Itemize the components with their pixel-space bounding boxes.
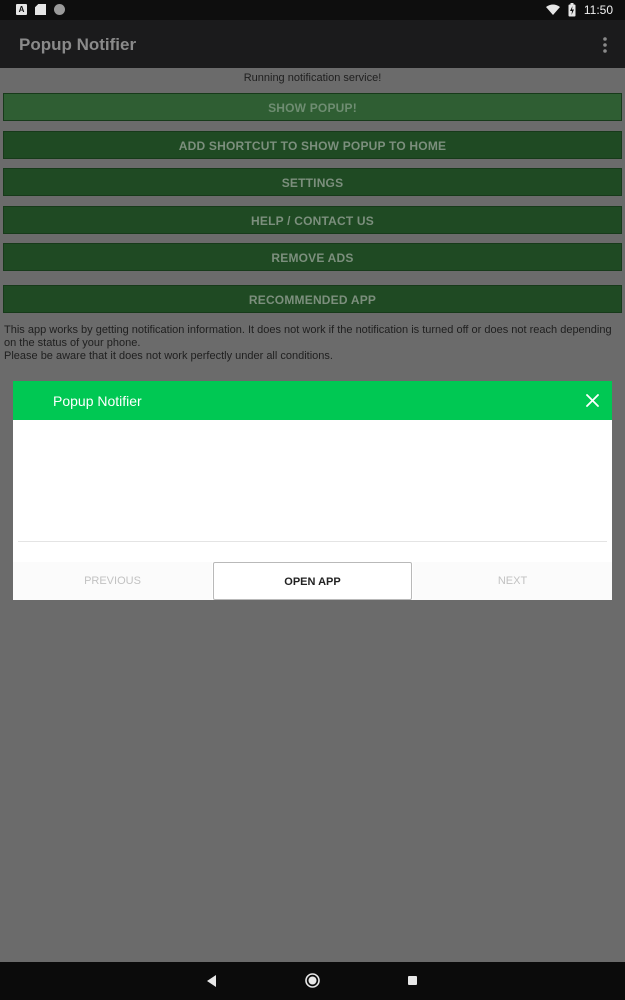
recents-icon[interactable] (408, 976, 417, 985)
open-app-button[interactable]: OPEN APP (213, 562, 412, 600)
settings-button[interactable]: SETTINGS (3, 168, 622, 196)
dialog-divider (18, 541, 607, 542)
status-left-icons: A (16, 4, 65, 15)
remove-ads-button[interactable]: REMOVE ADS (3, 243, 622, 271)
service-status-text: Running notification service! (243, 72, 382, 84)
home-icon[interactable] (305, 973, 320, 988)
next-button[interactable]: NEXT (413, 562, 612, 600)
popup-dialog: Popup Notifier PREVIOUS OPEN APP NEXT (13, 381, 612, 600)
show-popup-button[interactable]: SHOW POPUP! (3, 93, 622, 121)
sd-card-icon (35, 4, 46, 15)
dialog-title: Popup Notifier (53, 393, 142, 409)
battery-charging-icon (568, 3, 576, 17)
info-line-1: This app works by getting notification i… (4, 324, 612, 349)
wifi-icon (545, 4, 560, 15)
close-icon[interactable] (586, 394, 599, 407)
notification-a-icon: A (16, 4, 27, 15)
app-bar: Popup Notifier (0, 20, 625, 68)
info-text: This app works by getting notification i… (4, 324, 620, 363)
recommended-app-button[interactable]: RECOMMENDED APP (3, 285, 622, 313)
sync-circle-icon (54, 4, 65, 15)
previous-button[interactable]: PREVIOUS (13, 562, 212, 600)
status-clock: 11:50 (583, 3, 613, 17)
help-contact-button[interactable]: HELP / CONTACT US (3, 206, 622, 234)
info-line-2: Please be aware that it does not work pe… (4, 350, 333, 362)
dialog-body (13, 420, 612, 540)
back-icon[interactable] (207, 975, 217, 987)
status-right-icons: 11:50 (545, 2, 613, 18)
add-shortcut-button[interactable]: ADD SHORTCUT TO SHOW POPUP TO HOME (3, 131, 622, 159)
status-bar: A 11:50 (0, 0, 625, 20)
navigation-bar (0, 962, 625, 1000)
dialog-header: Popup Notifier (13, 381, 612, 420)
app-title: Popup Notifier (19, 35, 137, 54)
overflow-menu-icon[interactable] (599, 36, 611, 54)
